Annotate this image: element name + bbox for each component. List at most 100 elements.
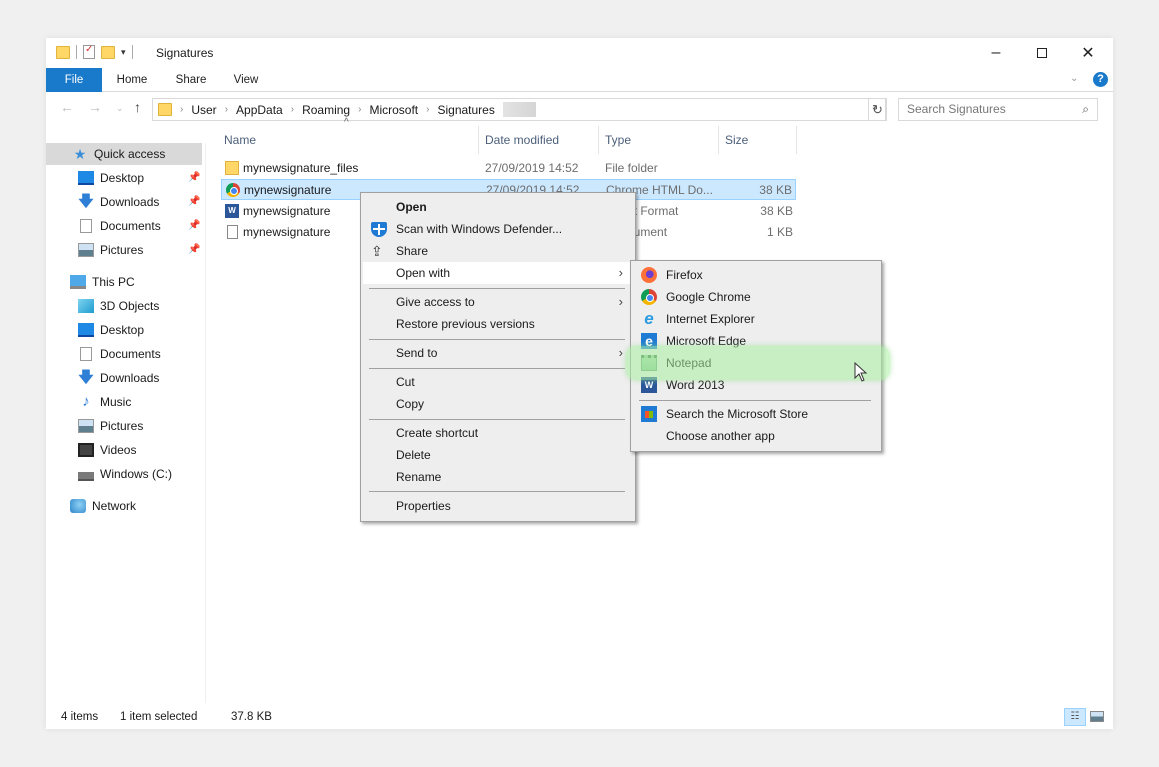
- sidebar-item-quick-access[interactable]: ★ Quick access: [46, 143, 202, 165]
- pin-icon: 📌: [188, 172, 201, 183]
- column-header-type[interactable]: Type: [605, 126, 631, 154]
- desktop-icon: [78, 323, 94, 337]
- search-input[interactable]: Search Signatures ⌕: [898, 98, 1098, 121]
- folder-icon: [56, 45, 70, 59]
- menu-item-label: Restore previous versions: [396, 317, 535, 331]
- close-button[interactable]: ✕: [1065, 38, 1111, 68]
- music-icon: ♪: [82, 393, 90, 410]
- text-file-icon: [227, 225, 238, 239]
- file-row[interactable]: mynewsignature_files 27/09/2019 14:52 Fi…: [221, 158, 796, 179]
- menu-item-open-with[interactable]: Open with ›: [363, 262, 633, 284]
- sidebar-item-label: Network: [92, 499, 137, 513]
- menu-item-label: Create shortcut: [396, 426, 479, 440]
- open-with-choose-another[interactable]: Choose another app: [633, 425, 879, 447]
- sidebar-item-desktop[interactable]: Desktop 📌: [78, 167, 206, 189]
- download-icon: 🡇: [78, 193, 94, 210]
- breadcrumb-separator[interactable]: ›: [358, 104, 361, 115]
- menu-item-label: Choose another app: [666, 429, 775, 443]
- column-header-size[interactable]: Size: [725, 126, 748, 154]
- desktop-icon: [78, 171, 94, 185]
- navigation-bar: ← → ⌄ ↑ › User › AppData › Roaming › Mic…: [46, 96, 1113, 122]
- tab-file[interactable]: File: [46, 68, 102, 92]
- sidebar-item-pictures[interactable]: Pictures 📌: [78, 239, 206, 261]
- sidebar-item-pictures-pc[interactable]: Pictures: [78, 415, 143, 437]
- new-folder-icon[interactable]: [101, 45, 115, 59]
- sidebar-item-label: Music: [100, 395, 132, 409]
- details-view-button[interactable]: ☷: [1064, 708, 1086, 726]
- large-icons-view-button[interactable]: [1090, 711, 1104, 722]
- menu-item-copy[interactable]: Copy: [363, 393, 633, 415]
- menu-item-label: Firefox: [666, 268, 703, 282]
- breadcrumb-signatures[interactable]: Signatures: [437, 103, 494, 117]
- sidebar-item-downloads[interactable]: 🡇 Downloads 📌: [78, 191, 206, 213]
- breadcrumb-microsoft[interactable]: Microsoft: [369, 103, 418, 117]
- breadcrumb-roaming[interactable]: Roaming: [302, 103, 350, 117]
- sidebar-item-label: Pictures: [100, 243, 144, 257]
- menu-item-label: Open with: [396, 266, 451, 280]
- address-bar[interactable]: › User › AppData › Roaming › Microsoft ›…: [152, 98, 886, 121]
- refresh-button[interactable]: ↻: [868, 98, 887, 121]
- properties-icon[interactable]: [83, 44, 95, 59]
- file-size: 38 KB: [759, 183, 792, 197]
- forward-button[interactable]: →: [88, 99, 102, 115]
- menu-item-label: Word 2013: [666, 378, 725, 392]
- menu-item-restore-versions[interactable]: Restore previous versions: [363, 313, 633, 335]
- tab-share[interactable]: Share: [166, 68, 216, 92]
- menu-item-open[interactable]: Open: [363, 196, 633, 218]
- maximize-button[interactable]: [1019, 38, 1065, 68]
- menu-item-label: Share: [396, 244, 429, 258]
- menu-item-share[interactable]: ⇪ Share: [363, 240, 633, 262]
- menu-item-delete[interactable]: Delete: [363, 444, 633, 466]
- sidebar-item-windows-c[interactable]: Windows (C:): [78, 463, 172, 485]
- sidebar-item-documents[interactable]: Documents 📌: [78, 215, 206, 237]
- sidebar-item-documents-pc[interactable]: Documents: [78, 343, 161, 365]
- sidebar-item-label: Pictures: [100, 419, 144, 433]
- menu-item-rename[interactable]: Rename: [363, 466, 633, 488]
- open-with-chrome[interactable]: Google Chrome: [633, 286, 879, 308]
- expand-ribbon-icon[interactable]: ⌄: [1070, 73, 1078, 84]
- firefox-icon: [641, 267, 657, 283]
- menu-item-label: Give access to: [396, 295, 475, 309]
- customize-toolbar-icon[interactable]: ▾: [121, 47, 126, 58]
- sidebar-item-3d-objects[interactable]: 3D Objects: [78, 295, 159, 317]
- column-divider[interactable]: [598, 126, 599, 154]
- tab-home[interactable]: Home: [108, 68, 156, 92]
- breadcrumb-separator[interactable]: ›: [426, 104, 429, 115]
- column-divider[interactable]: [796, 126, 797, 154]
- sidebar-item-network[interactable]: Network: [70, 495, 136, 517]
- sidebar-item-downloads-pc[interactable]: 🡇 Downloads: [78, 367, 159, 389]
- column-header-date-modified[interactable]: Date modified: [485, 126, 559, 154]
- breadcrumb-separator[interactable]: ›: [291, 104, 294, 115]
- open-with-firefox[interactable]: Firefox: [633, 264, 879, 286]
- sidebar-item-music[interactable]: ♪ Music: [78, 391, 131, 413]
- column-divider[interactable]: [718, 126, 719, 154]
- breadcrumb-separator[interactable]: ›: [225, 104, 228, 115]
- chrome-icon: [641, 289, 657, 305]
- menu-item-properties[interactable]: Properties: [363, 495, 633, 517]
- menu-item-scan-defender[interactable]: Scan with Windows Defender...: [363, 218, 633, 240]
- sidebar-item-this-pc[interactable]: This PC: [70, 271, 135, 293]
- minimize-button[interactable]: –: [973, 38, 1019, 68]
- recent-locations-button[interactable]: ⌄: [116, 103, 124, 114]
- breadcrumb-appdata[interactable]: AppData: [236, 103, 283, 117]
- menu-item-send-to[interactable]: Send to ›: [363, 342, 633, 364]
- open-with-internet-explorer[interactable]: e Internet Explorer: [633, 308, 879, 330]
- column-divider[interactable]: [478, 126, 479, 154]
- column-header-name[interactable]: Name: [224, 126, 256, 154]
- menu-item-create-shortcut[interactable]: Create shortcut: [363, 422, 633, 444]
- help-icon[interactable]: ?: [1093, 72, 1108, 87]
- up-button[interactable]: ↑: [134, 99, 141, 115]
- maximize-icon: [1037, 48, 1047, 58]
- sidebar-item-label: Videos: [100, 443, 137, 457]
- menu-item-cut[interactable]: Cut: [363, 371, 633, 393]
- tab-view[interactable]: View: [224, 68, 268, 92]
- sidebar-item-videos[interactable]: Videos: [78, 439, 136, 461]
- back-button[interactable]: ←: [60, 99, 74, 115]
- defender-icon: [371, 222, 387, 237]
- sidebar-item-desktop-pc[interactable]: Desktop: [78, 319, 144, 341]
- word-doc-icon: W: [225, 204, 239, 218]
- menu-item-give-access[interactable]: Give access to ›: [363, 291, 633, 313]
- breadcrumb-user[interactable]: User: [191, 103, 216, 117]
- menu-item-label: Search the Microsoft Store: [666, 407, 809, 421]
- open-with-store[interactable]: Search the Microsoft Store: [633, 403, 879, 425]
